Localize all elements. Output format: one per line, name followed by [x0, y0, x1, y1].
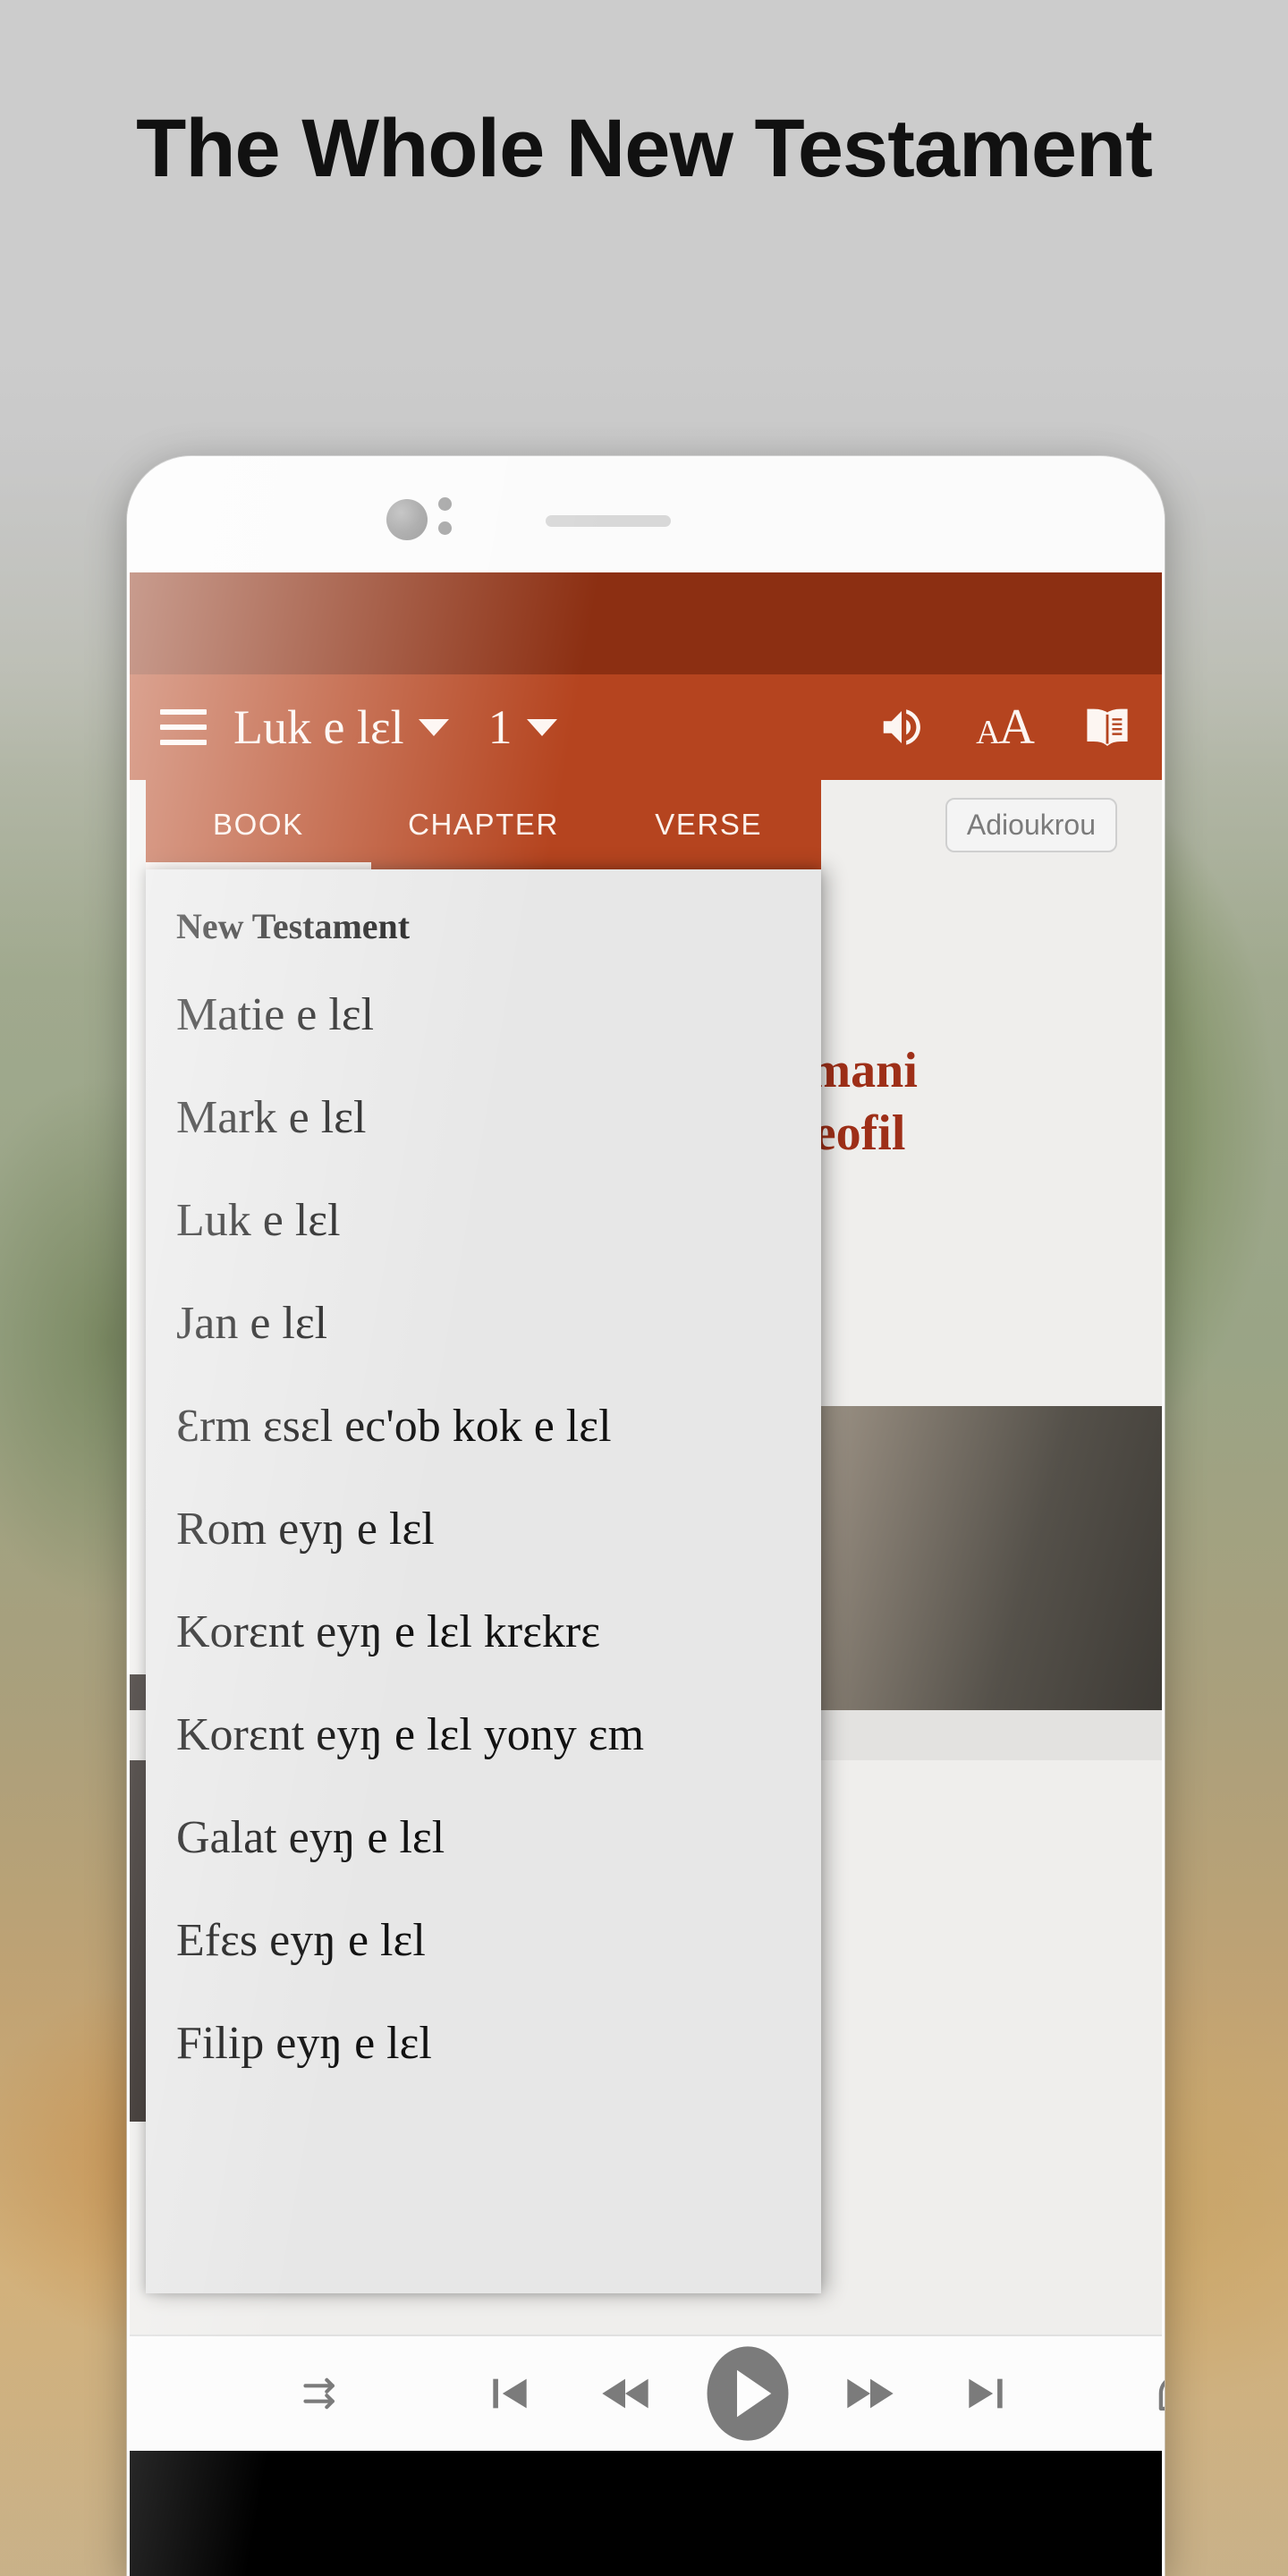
- app-toolbar: Luk e lɛl 1 AA: [130, 674, 1162, 780]
- speaker-volume-icon[interactable]: [877, 703, 926, 751]
- play-icon[interactable]: [705, 2344, 791, 2443]
- book-list-item[interactable]: Jan e lɛl: [146, 1272, 821, 1375]
- tab-verse[interactable]: VERSE: [596, 780, 821, 869]
- rewind-icon[interactable]: [597, 2368, 653, 2419]
- book-picker-label: Luk e lɛl: [233, 700, 404, 754]
- device-top-bar: [127, 456, 1165, 572]
- app-screen: Adioukrou n eke AmaniTeofil cnɔn ɡ ɛm a …: [130, 572, 1162, 2576]
- skip-previous-icon[interactable]: [485, 2368, 535, 2419]
- fast-forward-icon[interactable]: [843, 2368, 898, 2419]
- audio-player-bar: [130, 2334, 1165, 2451]
- playback-queue-icon[interactable]: [300, 2370, 346, 2417]
- chapter-picker-label: 1: [487, 700, 513, 754]
- page-title: The Whole New Testament: [136, 103, 1153, 194]
- playback-speed-icon[interactable]: [1154, 2369, 1165, 2418]
- camera-sensor-dots-icon: [438, 497, 452, 546]
- tab-book[interactable]: BOOK: [146, 780, 371, 869]
- status-bar: [130, 572, 1162, 674]
- skip-next-icon[interactable]: [961, 2368, 1011, 2419]
- book-list-item[interactable]: Galat eyŋ e lɛl: [146, 1786, 821, 1889]
- camera-lens-icon: [386, 499, 428, 540]
- book-list-dropdown[interactable]: New Testament Matie e lɛl Mark e lɛl Luk e…: [146, 869, 821, 2293]
- chapter-picker-button[interactable]: 1: [488, 699, 557, 755]
- chevron-down-icon: [418, 718, 449, 736]
- book-list-section-title: New Testament: [176, 906, 411, 946]
- picker-tab-bar: BOOK CHAPTER VERSE: [146, 780, 821, 869]
- language-badge[interactable]: Adioukrou: [945, 798, 1117, 852]
- book-list-item[interactable]: Efɛs eyŋ e lɛl: [146, 1889, 821, 1992]
- book-list-item[interactable]: Mark e lɛl: [146, 1066, 821, 1169]
- book-list-item[interactable]: Matie e lɛl: [146, 963, 821, 1066]
- book-list-item[interactable]: Korɛnt eyŋ e lɛl krɛkrɛ: [146, 1580, 821, 1683]
- earpiece-speaker-icon: [546, 515, 671, 527]
- book-picker-button[interactable]: Luk e lɛl: [233, 699, 449, 755]
- book-list-item[interactable]: Korɛnt eyŋ e lɛl yony ɛm: [146, 1683, 821, 1786]
- book-list-item[interactable]: Luk e lɛl: [146, 1169, 821, 1272]
- book-list-item[interactable]: Ɛrm ɛsɛl ec'ob kok e lɛl: [146, 1375, 821, 1478]
- phone-device-frame: Adioukrou n eke AmaniTeofil cnɔn ɡ ɛm a …: [127, 456, 1165, 2576]
- system-navigation-bar: [130, 2451, 1162, 2576]
- book-list-item[interactable]: Filip eyŋ e lɛl: [146, 1992, 821, 2095]
- chevron-down-icon: [526, 718, 557, 736]
- book-list[interactable]: Matie e lɛl Mark e lɛl Luk e lɛl Jan e lɛl Ɛ…: [146, 963, 821, 2095]
- hamburger-menu-icon[interactable]: [160, 709, 207, 745]
- open-book-icon[interactable]: [1083, 706, 1131, 749]
- text-size-icon[interactable]: AA: [976, 699, 1035, 756]
- tab-chapter[interactable]: CHAPTER: [371, 780, 597, 869]
- book-list-item[interactable]: Rom eyŋ e lɛl: [146, 1478, 821, 1580]
